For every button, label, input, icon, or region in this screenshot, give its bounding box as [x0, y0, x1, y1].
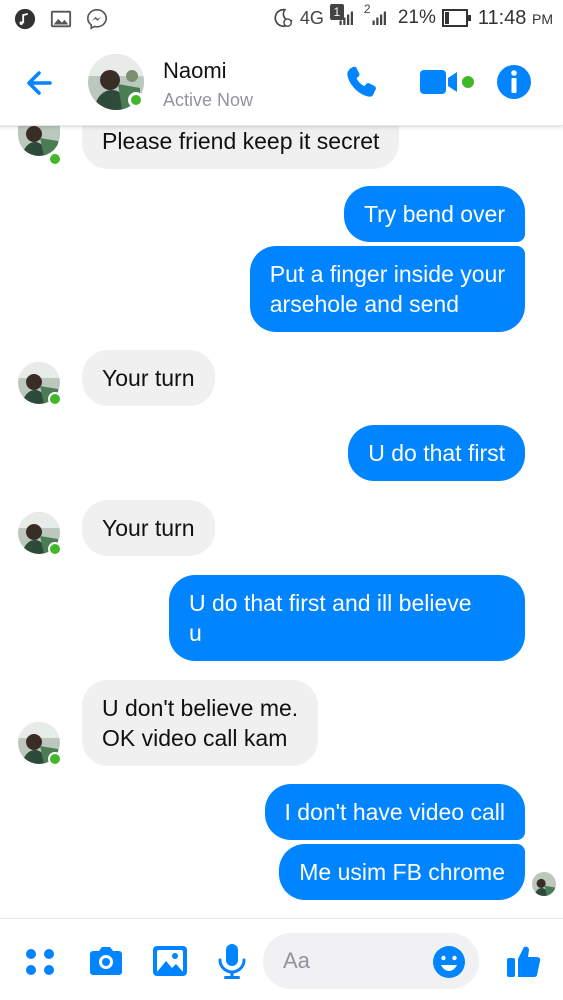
message-bubble-outgoing[interactable]: Put a finger inside your arsehole and se…	[249, 246, 525, 332]
phone-icon[interactable]	[342, 62, 382, 102]
message-text: I don't have video call	[284, 799, 505, 825]
message-text: U do that first	[368, 440, 505, 466]
message-text: u	[189, 620, 202, 646]
messenger-icon	[87, 9, 107, 30]
sim1-signal: 1	[329, 4, 356, 30]
microphone-icon[interactable]	[212, 941, 252, 981]
conversation-header: Naomi Active Now	[0, 38, 563, 126]
more-grid-icon[interactable]	[20, 941, 60, 981]
message-text: arsehole and send	[269, 291, 460, 317]
ampm: PM	[532, 10, 553, 27]
message-thread[interactable]: Please friend keep it secret Try bend ov…	[0, 126, 563, 918]
sim2-signal: 2	[362, 2, 392, 30]
back-arrow-icon[interactable]	[20, 62, 62, 104]
message-bubble-incoming[interactable]: Your turn	[82, 350, 215, 406]
message-text: Your turn	[102, 365, 195, 391]
gallery-icon	[50, 10, 72, 28]
video-camera-icon[interactable]	[418, 62, 478, 102]
online-indicator	[48, 542, 62, 556]
clock: 11:48 PM	[478, 7, 553, 30]
status-bar: 4G 1 2 21% 11:48 PM	[0, 0, 563, 38]
message-text: Put a finger inside your	[269, 261, 505, 287]
message-text: U don't believe me.	[102, 695, 299, 721]
contact-status: Active Now	[163, 90, 254, 110]
notification-icons	[14, 8, 108, 30]
message-text: OK video call kam	[102, 725, 288, 751]
avatar-photo	[532, 872, 556, 896]
online-indicator	[48, 392, 62, 406]
online-indicator	[48, 752, 62, 766]
message-text: Your turn	[102, 515, 195, 541]
battery-percent: 21%	[397, 7, 436, 28]
message-bubble-outgoing[interactable]: U do that first and ill believe u	[169, 575, 525, 661]
signal-icon	[339, 11, 353, 25]
time: 11:48	[477, 6, 527, 29]
alarm-icon	[274, 8, 293, 27]
battery-icon	[441, 9, 471, 27]
network-type: 4G	[299, 7, 324, 28]
message-bubble-incoming[interactable]: Please friend keep it secret	[82, 126, 400, 169]
system-status: 4G 1 2 21% 11:48 PM	[272, 2, 553, 30]
message-bubble-outgoing[interactable]: I don't have video call	[264, 784, 525, 840]
message-text: Me usim FB chrome	[299, 859, 505, 885]
emoji-icon[interactable]	[432, 945, 466, 979]
message-text: U do that first and ill believe	[189, 590, 472, 616]
online-indicator	[128, 92, 144, 108]
message-bubble-outgoing[interactable]: Me usim FB chrome	[279, 844, 525, 900]
seen-indicator-avatar	[532, 872, 556, 896]
info-icon[interactable]	[494, 62, 534, 102]
signal-icon	[372, 11, 386, 25]
message-bubble-outgoing[interactable]: U do that first	[348, 425, 525, 481]
message-bubble-outgoing[interactable]: Try bend over	[343, 186, 525, 242]
message-bubble-incoming[interactable]: U don't believe me. OK video call kam	[82, 680, 319, 766]
message-bubble-incoming[interactable]: Your turn	[82, 500, 215, 556]
thumbs-up-icon[interactable]	[504, 941, 544, 981]
message-text: Try bend over	[363, 201, 505, 227]
camera-icon[interactable]	[86, 941, 126, 981]
image-icon[interactable]	[150, 941, 190, 981]
online-indicator	[48, 152, 62, 166]
composer-bar	[0, 918, 563, 1000]
message-text: Please friend keep it secret	[102, 128, 380, 154]
music-icon	[14, 8, 36, 30]
contact-name[interactable]: Naomi	[163, 58, 227, 84]
